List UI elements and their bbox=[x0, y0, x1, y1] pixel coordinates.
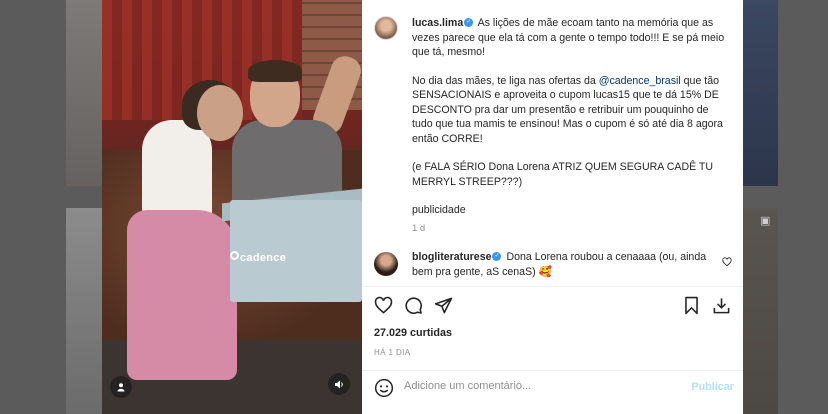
mention-link[interactable]: @cadence_brasil bbox=[599, 75, 681, 87]
post-actions bbox=[374, 296, 734, 316]
brand-logo-icon bbox=[230, 251, 239, 260]
download-icon[interactable] bbox=[712, 296, 732, 316]
post-detail-panel: lucas.lima ✓ As lições de mãe ecoam tanto… bbox=[362, 0, 743, 414]
likes-count[interactable]: 27.029 curtidas bbox=[374, 326, 452, 341]
bookmark-icon[interactable] bbox=[682, 296, 702, 316]
reel-icon: ▣ bbox=[760, 215, 771, 227]
post-caption: lucas.lima ✓ As lições de mãe ecoam tanto… bbox=[412, 16, 732, 236]
publish-button[interactable]: Publicar bbox=[691, 380, 734, 395]
comment-like-heart-icon[interactable] bbox=[722, 257, 732, 272]
smiley-icon[interactable] bbox=[374, 378, 394, 403]
divider bbox=[362, 286, 743, 287]
post-timestamp[interactable]: HÁ 1 DIA bbox=[374, 346, 411, 361]
caption-text: No dia das mães, te liga nas ofertas da bbox=[412, 74, 596, 87]
comment-input[interactable] bbox=[404, 380, 674, 392]
box-brand-text: cadence bbox=[240, 252, 287, 264]
background-post-tile bbox=[743, 208, 778, 414]
post-photo[interactable]: cadence bbox=[102, 0, 362, 414]
verified-badge-icon: ✓ bbox=[464, 18, 474, 28]
speaker-icon[interactable] bbox=[328, 373, 350, 395]
background-post-tile bbox=[66, 208, 102, 414]
author-username[interactable]: lucas.lima bbox=[412, 17, 463, 29]
comment-bubble-icon[interactable] bbox=[404, 296, 424, 316]
verified-badge-icon: ✓ bbox=[492, 252, 502, 262]
commenter-avatar[interactable] bbox=[374, 252, 398, 276]
user-tag-icon[interactable] bbox=[110, 376, 132, 398]
gift-box bbox=[230, 200, 362, 302]
caption-text: (e FALA SÉRIO Dona Lorena ATRIZ QUEM SEG… bbox=[412, 161, 714, 188]
caption-text: publicidade bbox=[412, 204, 466, 216]
commenter-username[interactable]: blogliteraturese bbox=[412, 251, 491, 263]
heart-icon[interactable] bbox=[374, 296, 394, 316]
author-avatar[interactable] bbox=[374, 16, 398, 40]
add-comment-bar: Publicar bbox=[374, 378, 734, 398]
background-post-tile bbox=[66, 0, 102, 186]
divider bbox=[362, 370, 743, 371]
background-post-tile bbox=[743, 0, 778, 186]
caption-timestamp[interactable]: 1 d bbox=[412, 222, 732, 237]
comment-item: blogliteraturese ✓ Dona Lorena roubou a c… bbox=[412, 250, 712, 279]
paper-plane-icon[interactable] bbox=[434, 296, 454, 316]
